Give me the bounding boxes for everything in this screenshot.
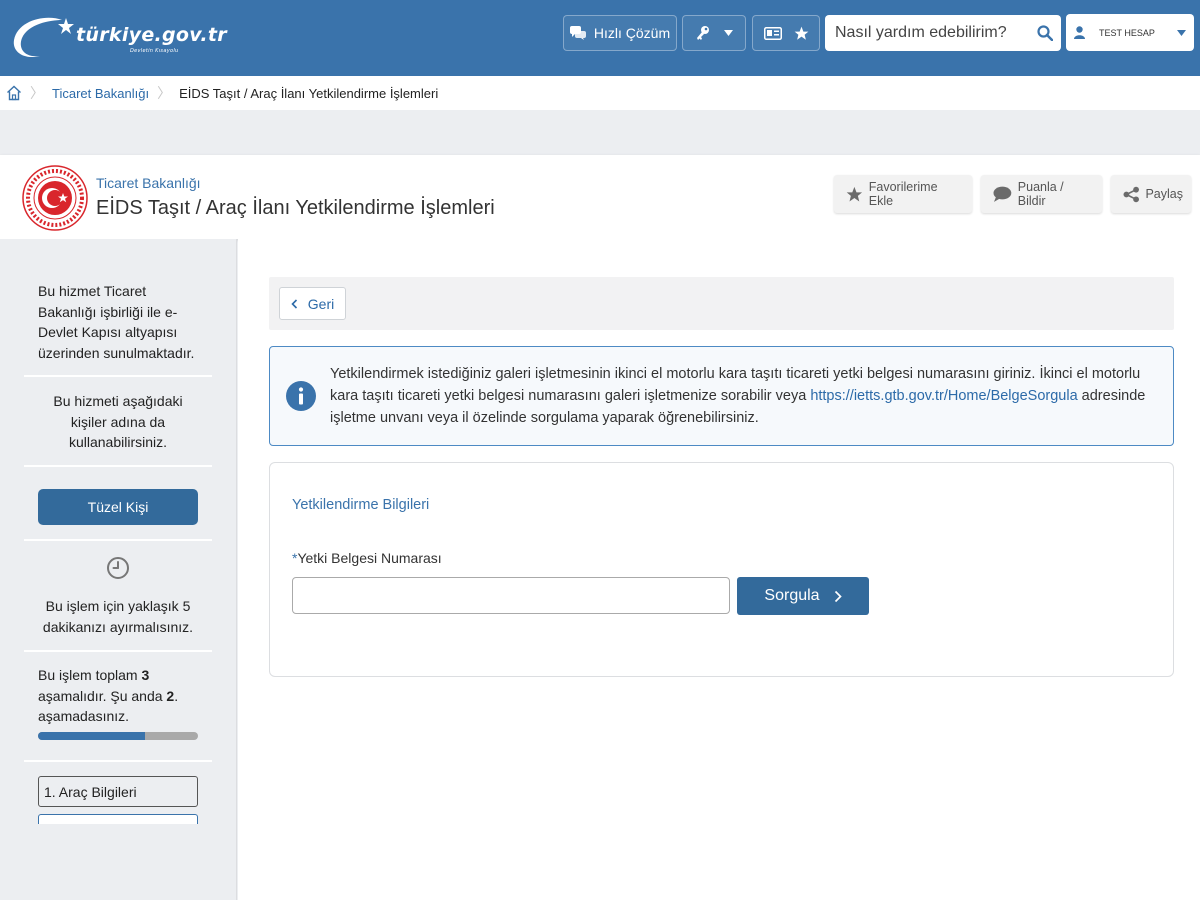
total-steps-count: 3 [141,667,150,683]
breadcrumb-ministry-link[interactable]: Ticaret Bakanlığı [52,86,149,101]
breadcrumb: 〉 Ticaret Bakanlığı 〉 EİDS Taşıt / Araç … [0,76,1200,110]
login-options-dropdown[interactable] [682,15,746,51]
add-to-favorites-button[interactable]: Favorilerime Ekle [834,175,972,213]
logo-tagline: Devletin Kısayolu [130,48,179,54]
top-navigation-bar: türkiye.gov.tr Devletin Kısayolu Hızlı Ç… [0,0,1200,76]
site-search-box[interactable]: Nasıl yardım edebilirim? [825,15,1061,51]
share-icon [1123,186,1139,202]
speech-bubble-icon [993,186,1012,202]
cooperation-info-text: Bu hizmet Ticaret Bakanlığı işbirliği il… [38,283,195,361]
sidebar-divider [24,650,212,652]
add-to-favorites-label: Favorilerime Ekle [868,180,938,208]
legal-entity-button[interactable]: Tüzel Kişi [38,489,198,525]
license-number-input[interactable] [292,577,730,614]
quick-solution-button[interactable]: Hızlı Çözüm [563,15,677,51]
service-header: Ticaret Bakanlığı EİDS Taşıt / Araç İlan… [0,155,1200,239]
step-progress-text: Bu işlem toplam 3 aşamalıdır. Şu anda 2.… [38,667,179,724]
logo-text: türkiye.gov.tr [76,24,227,46]
search-icon[interactable] [1037,25,1053,41]
breadcrumb-current: EİDS Taşıt / Araç İlanı Yetkilendirme İş… [179,85,439,101]
sidebar-divider [24,539,212,541]
search-input[interactable]: Nasıl yardım edebilirim? [825,24,1037,42]
account-menu[interactable]: TEST HESAP [1066,14,1194,51]
sidebar-divider [24,375,212,377]
chevron-left-icon [291,298,297,309]
caret-down-icon [1177,29,1186,36]
info-alert: Yetkilendirmek istediğiniz galeri işletm… [269,346,1174,446]
chevron-right-icon [834,590,842,602]
key-icon [696,26,709,40]
id-card-icon [763,26,782,40]
license-query-link[interactable]: https://ietts.gtb.gov.tr/Home/BelgeSorgu… [810,388,1077,404]
query-button[interactable]: Sorgula [737,577,869,615]
info-icon [286,381,316,411]
breadcrumb-separator: 〉 [30,85,44,101]
turkiye-gov-logo[interactable]: türkiye.gov.tr Devletin Kısayolu [10,12,227,62]
star-icon [846,186,863,201]
user-icon [1074,26,1085,39]
step-2-item[interactable] [38,814,198,824]
rate-report-button[interactable]: Puanla / Bildir [981,175,1102,213]
share-label: Paylaş [1145,187,1183,201]
breadcrumb-separator: 〉 [157,85,172,101]
sidebar-divider [24,465,212,467]
clock-icon [107,557,129,579]
back-button[interactable]: Geri [279,287,346,320]
ministry-name[interactable]: Ticaret Bakanlığı [96,175,201,191]
caret-down-icon [723,30,733,36]
form-section-title: Yetkilendirme Bilgileri [292,497,430,513]
id-card-favorites-button[interactable] [752,15,820,51]
back-label: Geri [307,295,335,312]
license-number-label: *Yetki Belgesi Numarası [292,550,442,566]
ministry-seal-logo [22,165,88,231]
rate-report-label: Puanla / Bildir [1017,180,1064,208]
sidebar-divider [24,760,212,762]
star-icon [794,26,808,40]
query-button-label: Sorgula [764,587,820,604]
estimated-time-text: Bu işlem için yaklaşık 5 dakikanızı ayır… [42,598,194,635]
info-message: Yetkilendirmek istediğiniz galeri işletm… [330,366,1146,426]
account-name: TEST HESAP [1099,27,1155,38]
chat-bubbles-icon [569,26,586,40]
quick-solution-label: Hızlı Çözüm [593,25,671,41]
main-content: Geri Yetkilendirmek istediğiniz galeri i… [238,239,1200,900]
step-progress-bar [38,732,198,740]
page-title: EİDS Taşıt / Araç İlanı Yetkilendirme İş… [96,197,495,219]
on-behalf-info-text: Bu hizmeti aşağıdaki kişiler adına da ku… [53,393,183,450]
share-button[interactable]: Paylaş [1111,175,1191,213]
home-icon[interactable] [6,85,22,101]
step-1-vehicle-info[interactable]: 1. Araç Bilgileri [38,776,198,807]
service-sidebar: Bu hizmet Ticaret Bakanlığı işbirliği il… [0,239,237,900]
logo-crescent-icon [13,17,74,58]
step-progress-fill [38,732,145,740]
back-navigation-bar: Geri [269,277,1174,330]
authorization-form: Yetkilendirme Bilgileri *Yetki Belgesi N… [269,462,1174,677]
